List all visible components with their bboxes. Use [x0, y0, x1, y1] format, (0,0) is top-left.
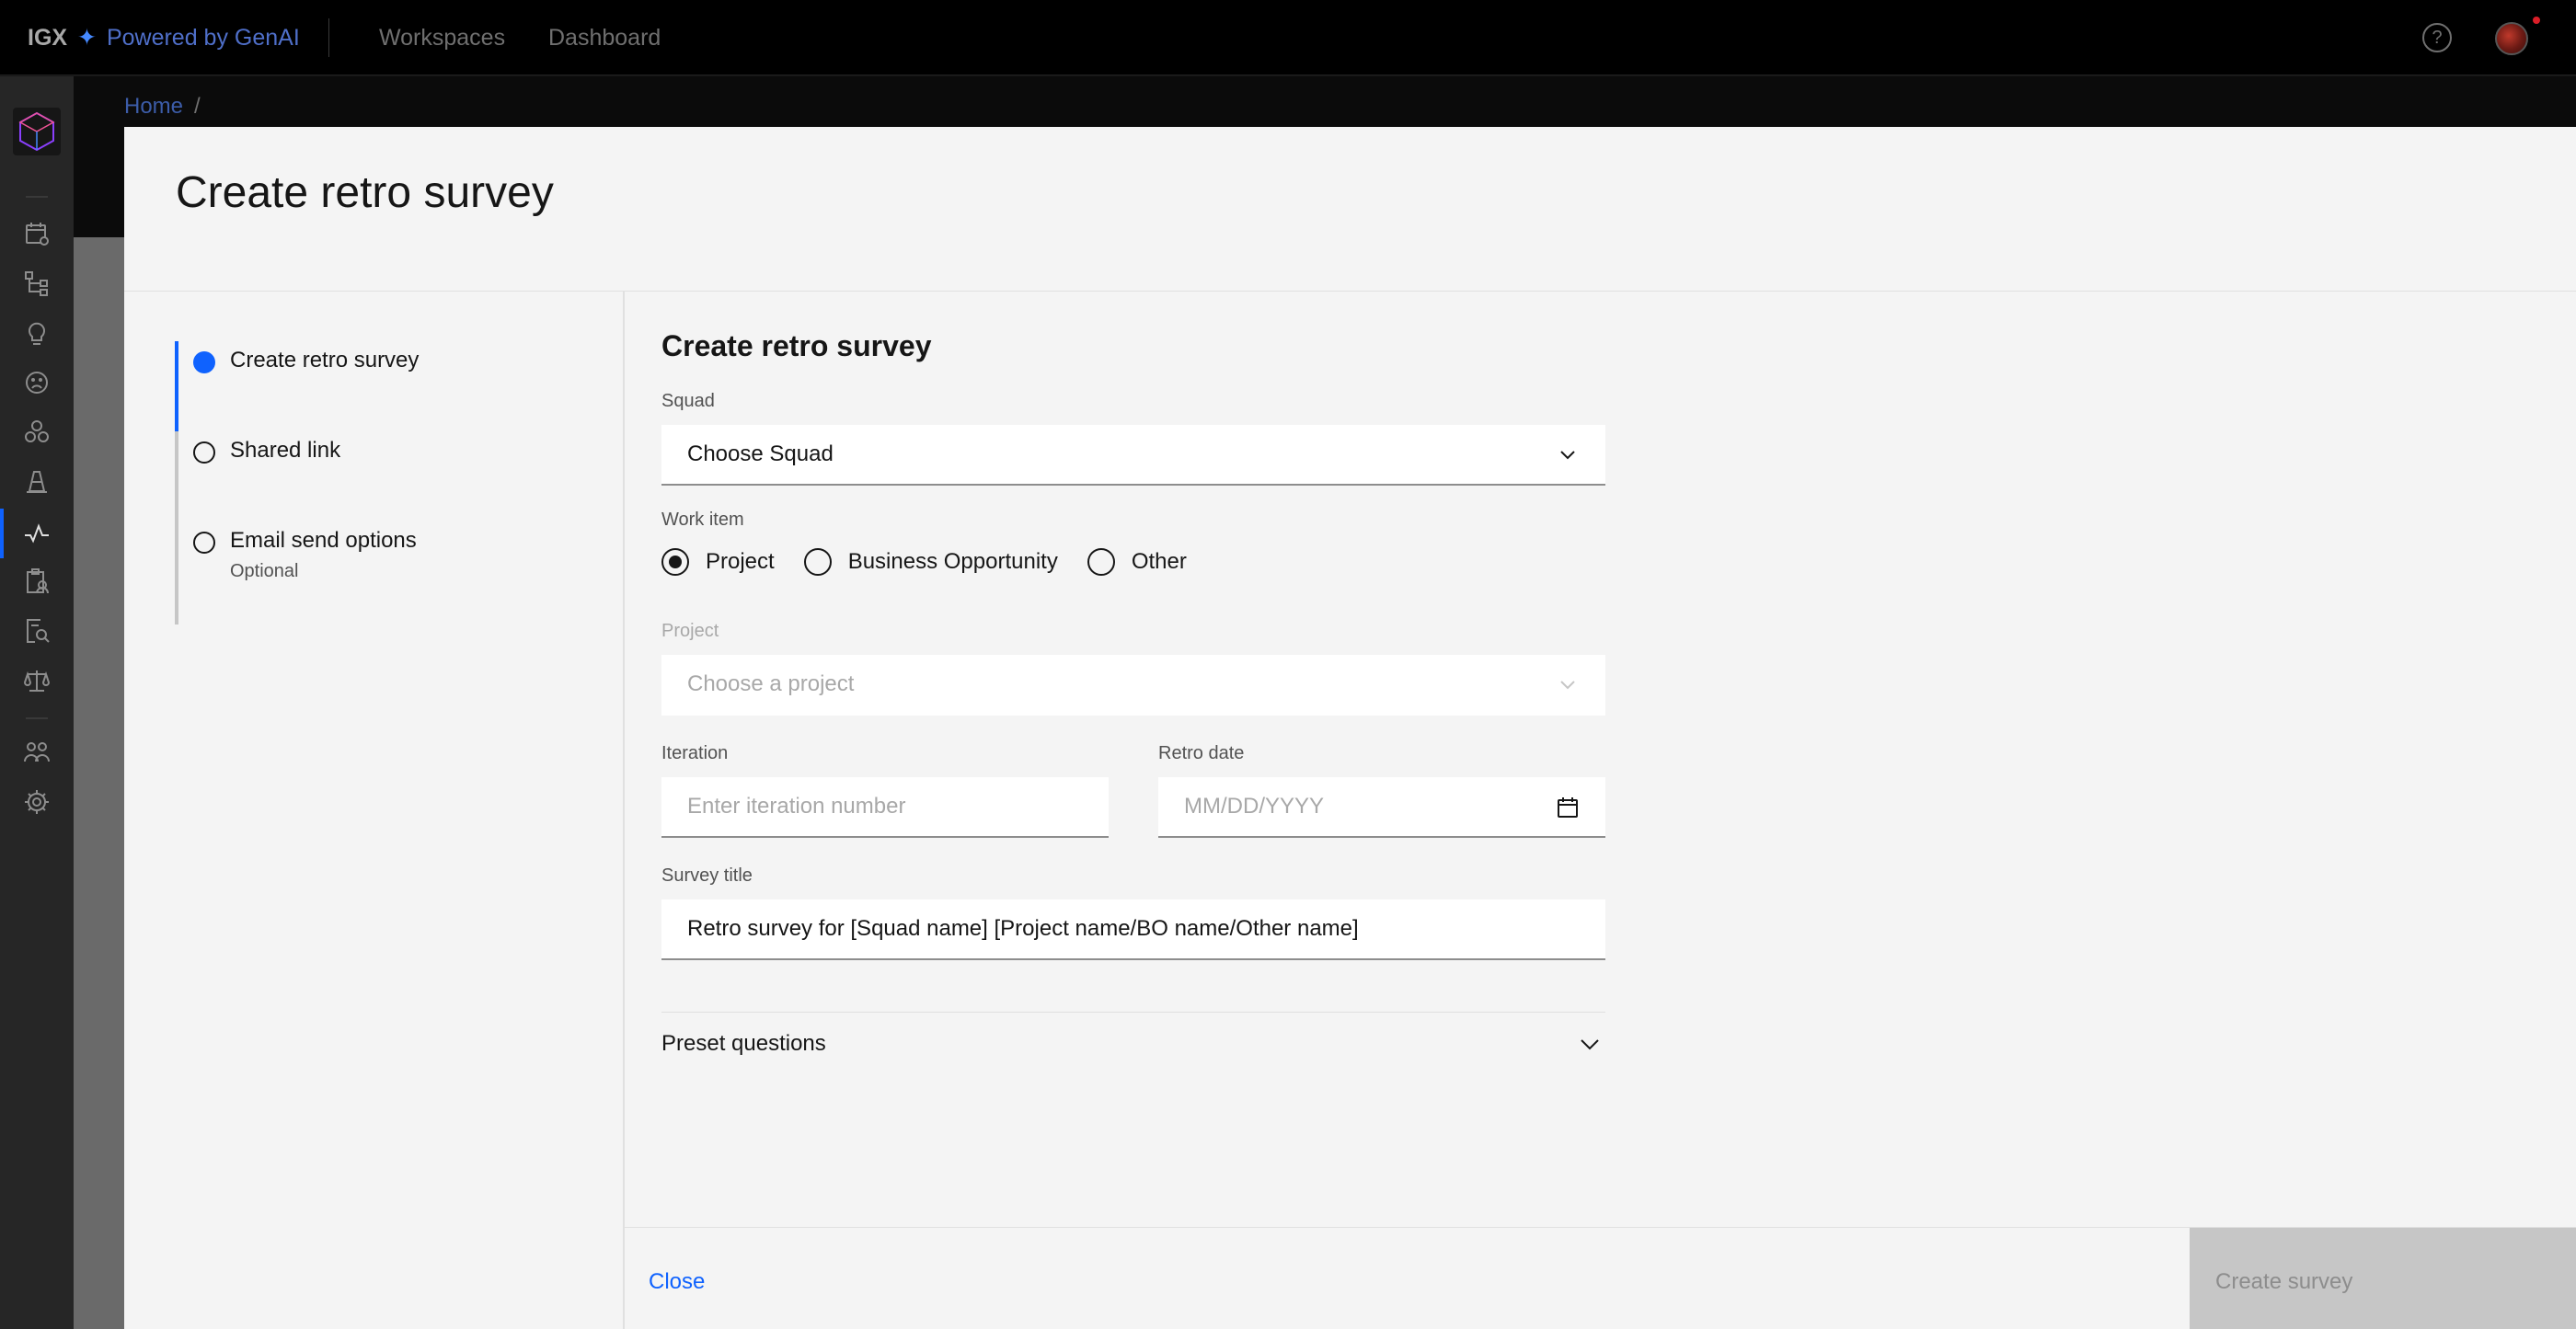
project-dropdown-value: Choose a project	[687, 671, 855, 696]
squad-label: Squad	[661, 391, 715, 411]
iteration-field-group: Iteration Enter iteration number	[661, 743, 1109, 838]
radio-unchecked-icon	[803, 548, 832, 576]
sad-face-icon[interactable]	[22, 368, 52, 397]
modal-footer: Close Create survey	[625, 1227, 2576, 1329]
project-label: Project	[661, 621, 719, 641]
form-heading: Create retro survey	[661, 329, 932, 362]
iteration-input[interactable]: Enter iteration number	[661, 777, 1109, 838]
breadcrumb: Home /	[124, 94, 201, 120]
project-field-group: Project Choose a project	[661, 621, 1605, 716]
avatar[interactable]	[2495, 22, 2528, 55]
chevron-down-icon	[1560, 451, 1575, 460]
step-shared-link[interactable]: Shared link	[175, 431, 672, 521]
accordion-title: Preset questions	[661, 1031, 826, 1056]
retro-date-field-group: Retro date MM/DD/YYYY	[1158, 743, 1605, 838]
sparkle-icon: ✦	[77, 25, 97, 51]
modal-title: Create retro survey	[176, 168, 554, 217]
radio-checked-icon	[661, 548, 689, 576]
brand-logo[interactable]: IGX ✦ Powered by GenAI	[28, 24, 300, 52]
modal-header-divider	[124, 291, 2576, 292]
create-retro-survey-modal: Create retro survey Create retro survey …	[124, 127, 2576, 1329]
create-survey-button[interactable]: Create survey	[2190, 1228, 2576, 1329]
step-create-retro-survey[interactable]: Create retro survey	[175, 341, 672, 431]
work-item-radio-group: Project Business Opportunity Other	[661, 544, 1605, 580]
chevron-down-icon	[1581, 1039, 1599, 1050]
content-divider	[623, 292, 625, 1329]
activity-pulse-icon[interactable]	[22, 519, 52, 548]
nav-workspaces[interactable]: Workspaces	[379, 25, 505, 52]
group-objects-icon[interactable]	[22, 418, 52, 447]
header-divider	[328, 18, 329, 57]
iteration-label: Iteration	[661, 743, 729, 763]
brand-name: IGX	[28, 25, 68, 51]
side-rail	[0, 76, 74, 1329]
work-item-label: Work item	[661, 510, 744, 530]
retro-survey-form: Create retro survey Squad Choose Squad W…	[661, 329, 1605, 1075]
progress-indicator: Create retro survey Shared link Email se…	[175, 341, 672, 624]
step-incomplete-icon	[193, 441, 215, 464]
radio-label: Other	[1131, 549, 1187, 574]
calendar-icon[interactable]	[1556, 796, 1580, 819]
notification-dot	[2533, 17, 2540, 24]
survey-title-label: Survey title	[661, 865, 753, 886]
work-item-radio-business-opportunity[interactable]: Business Opportunity	[803, 548, 1058, 576]
breadcrumb-separator: /	[194, 94, 201, 119]
traffic-cone-icon[interactable]	[22, 467, 52, 497]
idea-icon[interactable]	[22, 318, 52, 348]
rail-separator	[26, 717, 48, 719]
help-icon[interactable]: ?	[2422, 23, 2452, 52]
preset-questions-accordion[interactable]: Preset questions	[661, 1013, 1605, 1075]
nav-dashboard[interactable]: Dashboard	[548, 25, 661, 52]
radio-label: Project	[706, 549, 775, 574]
clipboard-user-icon[interactable]	[22, 567, 52, 596]
scales-icon[interactable]	[22, 666, 52, 695]
settings-icon[interactable]	[22, 787, 52, 817]
work-item-radio-project[interactable]: Project	[661, 548, 775, 576]
app-cube-logo[interactable]	[13, 108, 61, 155]
radio-label: Business Opportunity	[847, 549, 1058, 574]
work-item-radio-other[interactable]: Other	[1087, 548, 1187, 576]
calendar-settings-icon[interactable]	[22, 219, 52, 248]
document-search-icon[interactable]	[22, 616, 52, 646]
brand-tagline: Powered by GenAI	[106, 25, 300, 51]
project-dropdown[interactable]: Choose a project	[661, 655, 1605, 716]
step-email-send-options[interactable]: Email send options Optional	[175, 521, 672, 624]
step-label: Create retro survey	[230, 348, 420, 372]
retro-date-label: Retro date	[1158, 743, 1245, 763]
squad-dropdown[interactable]: Choose Squad	[661, 425, 1605, 486]
rail-active-indicator	[0, 509, 4, 558]
iteration-date-row: Iteration Enter iteration number Retro d…	[661, 743, 1605, 838]
squad-field-group: Squad Choose Squad	[661, 391, 1605, 486]
step-incomplete-icon	[193, 532, 215, 554]
top-header: IGX ✦ Powered by GenAI Workspaces Dashbo…	[0, 0, 2576, 75]
step-label: Email send options	[230, 528, 417, 553]
chevron-down-icon	[1560, 681, 1575, 690]
close-button[interactable]: Close	[625, 1228, 2189, 1329]
hierarchy-icon[interactable]	[22, 269, 52, 298]
step-optional-label: Optional	[230, 561, 299, 581]
survey-title-field-group: Survey title Retro survey for [Squad nam…	[661, 865, 1605, 960]
breadcrumb-home[interactable]: Home	[124, 94, 183, 119]
step-current-icon	[193, 351, 215, 373]
step-label: Shared link	[230, 438, 341, 463]
squad-dropdown-value: Choose Squad	[687, 441, 834, 466]
rail-separator	[26, 196, 48, 198]
radio-unchecked-icon	[1087, 548, 1115, 576]
users-icon[interactable]	[22, 738, 52, 767]
survey-title-input[interactable]: Retro survey for [Squad name] [Project n…	[661, 899, 1605, 960]
retro-date-input[interactable]: MM/DD/YYYY	[1158, 777, 1605, 838]
retro-date-placeholder: MM/DD/YYYY	[1184, 794, 1325, 819]
